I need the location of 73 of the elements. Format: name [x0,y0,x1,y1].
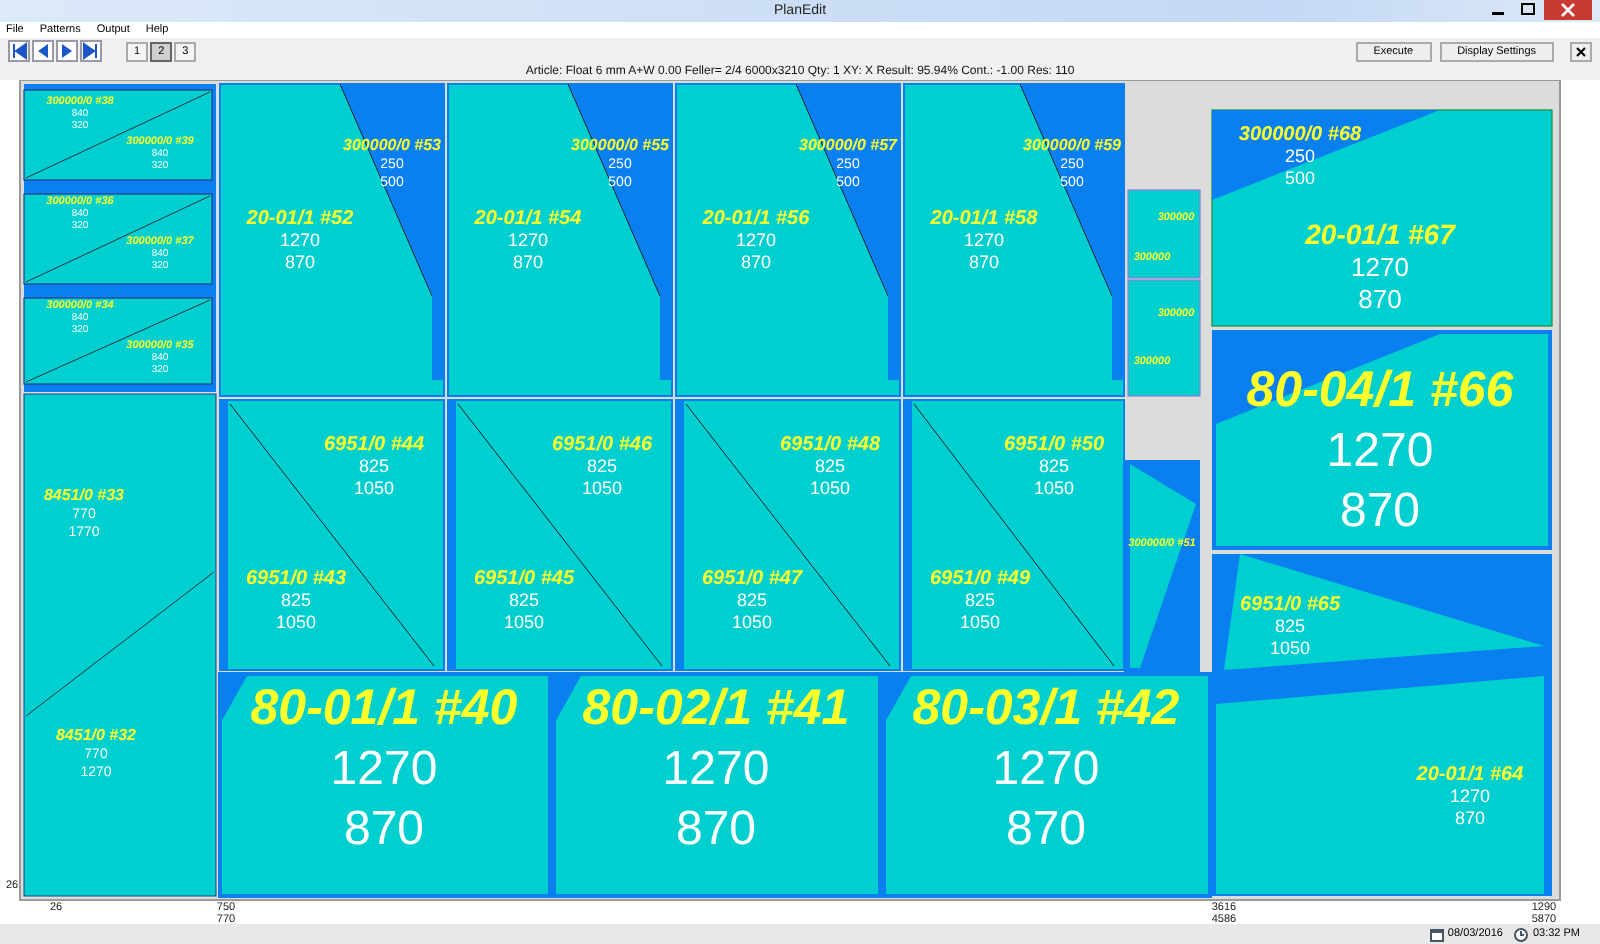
piece-label: 6951/0 #45 [473,568,575,590]
piece-dimension: 1050 [731,612,773,632]
piece-label: 6951/0 #65 [1239,594,1341,616]
piece-label: 20-01/1 #67 [1305,218,1455,250]
piece-dimension: 825 [736,590,768,610]
first-page-icon[interactable] [8,40,30,62]
piece-label: 6951/0 #43 [245,568,347,590]
piece-dimension: 825 [1038,456,1070,476]
piece-label: 20-01/1 #58 [930,208,1038,230]
piece-label: 300000/0 #57 [799,136,897,154]
close-icon[interactable] [1570,41,1592,61]
piece-label: 80-04/1 #66 [1246,362,1514,418]
piece-label: 300000/0 #53 [343,136,441,154]
piece-dimension: 1270 [735,230,777,250]
piece-dimension: 1270 [330,742,438,796]
piece-dimension: 1270 [1351,252,1409,282]
piece-dimension: 825 [964,590,996,610]
piece-dimension: 870 [968,252,1000,272]
piece-dimension: 825 [280,590,312,610]
piece-dimension: 1050 [809,478,851,498]
piece-dimension: 250 [1284,146,1316,166]
piece-label: 6951/0 #46 [551,434,653,456]
piece-label: 80-01/1 #40 [250,680,518,736]
piece-label: 20-01/1 #56 [702,208,810,230]
piece-label: 8451/0 #32 [55,726,137,744]
piece-label: 20-01/1 #54 [474,208,582,230]
piece-dimension: 825 [508,590,540,610]
piece-dimension: 870 [1339,484,1421,538]
piece-dimension: 870 [675,802,757,856]
piece-dimension: 1270 [279,230,321,250]
piece-label: 8451/0 #33 [43,486,125,504]
piece-dimension: 870 [1358,284,1402,314]
piece-dimension: 825 [1274,616,1306,636]
piece-dimension: 870 [1005,802,1087,856]
piece-label: 80-02/1 #41 [582,680,850,736]
piece-dimension: 500 [1284,168,1316,188]
previous-icon[interactable] [32,40,54,62]
piece-label: 300000/0 #68 [1238,124,1362,146]
piece-dimension: 1050 [353,478,395,498]
piece-dimension: 870 [512,252,544,272]
piece-dimension: 870 [343,802,425,856]
piece-dimension: 1270 [662,742,770,796]
piece-dimension: 1050 [1269,638,1311,658]
piece-label: 300000/0 #59 [1023,136,1121,154]
piece-dimension: 1270 [992,742,1100,796]
piece-label: 300000/0 #55 [571,136,669,154]
piece-dimension: 1050 [959,612,1001,632]
piece-dimension: 1050 [581,478,623,498]
piece-label: 6951/0 #50 [1003,434,1105,456]
piece-dimension: 1270 [1449,786,1491,806]
piece-dimension: 870 [1454,808,1486,828]
piece-dimension: 870 [284,252,316,272]
piece-label: 6951/0 #49 [929,568,1031,590]
next-icon[interactable] [56,40,78,62]
piece-dimension: 870 [740,252,772,272]
calendar-icon [1429,927,1444,941]
piece-label: 80-03/1 #42 [912,680,1180,736]
piece-dimension: 825 [586,456,618,476]
piece-dimension: 1050 [1033,478,1075,498]
piece-dimension: 1050 [503,612,545,632]
piece-dimension: 1270 [963,230,1005,250]
piece-dimension: 1270 [1326,424,1434,478]
piece-dimension: 825 [814,456,846,476]
piece-label: 20-01/1 #64 [1416,764,1524,786]
piece-label: 6951/0 #44 [323,434,425,456]
piece-dimension: 825 [358,456,390,476]
piece-label: 6951/0 #48 [779,434,881,456]
last-page-icon[interactable] [80,40,102,62]
piece-label: 6951/0 #47 [701,568,803,590]
piece-label: 20-01/1 #52 [246,208,354,230]
piece-dimension: 1050 [275,612,317,632]
piece-dimension: 1270 [507,230,549,250]
clock-icon [1514,927,1529,941]
